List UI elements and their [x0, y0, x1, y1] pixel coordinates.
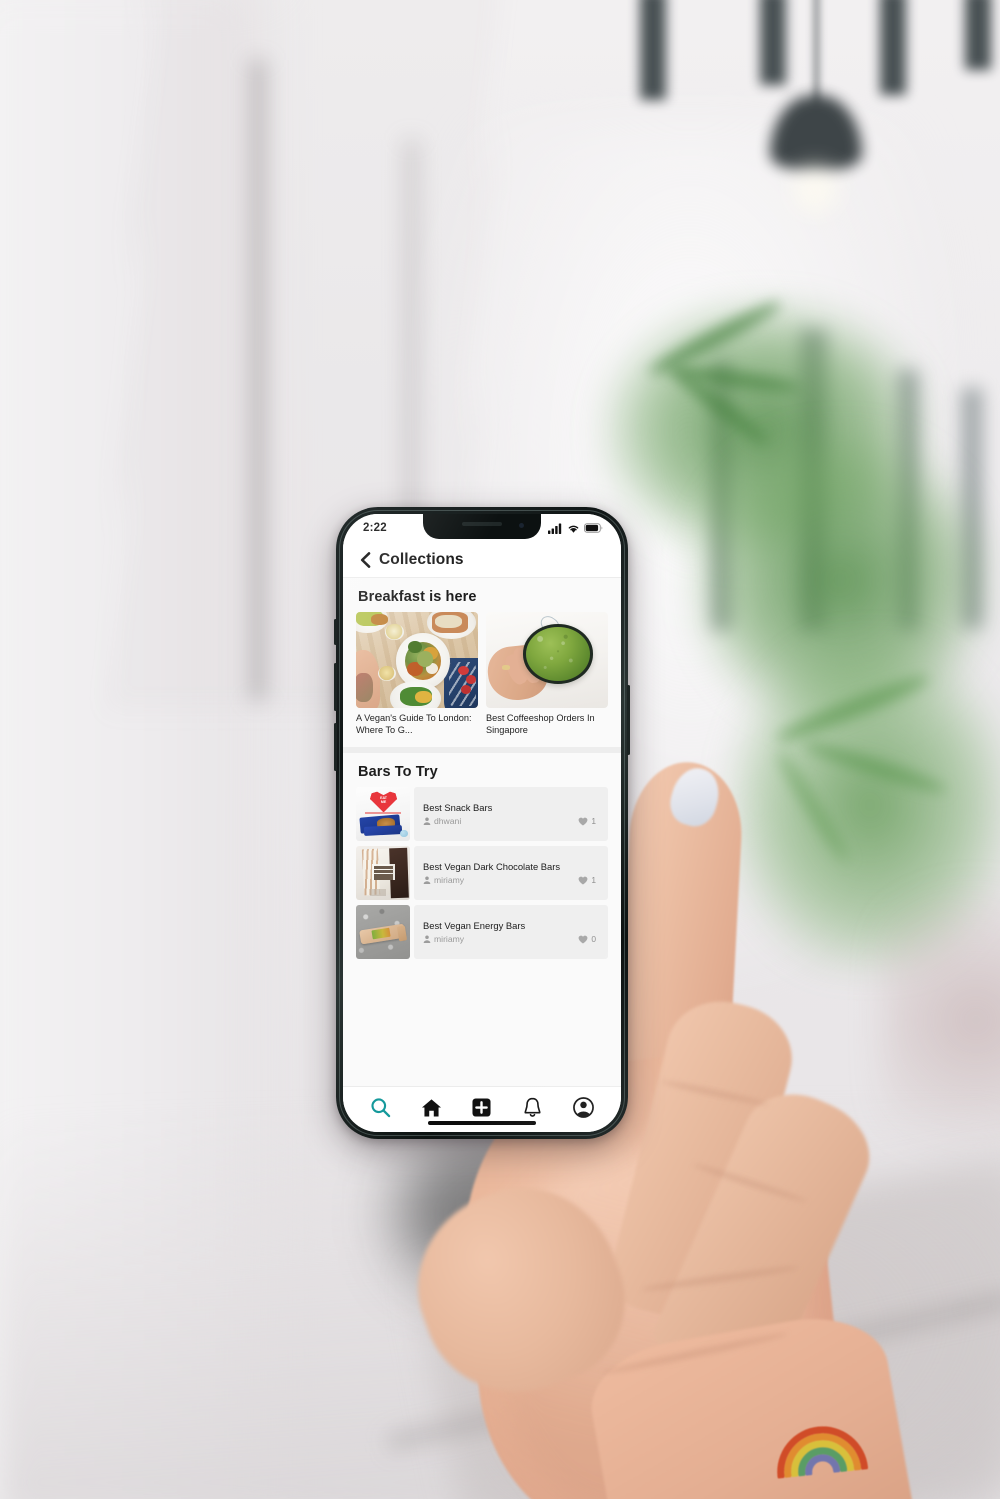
eat-me-heart-snack-bar-photo: EAT ME — [356, 786, 410, 841]
collection-card[interactable]: Best Coffeeshop Orders In Singapore — [486, 612, 608, 737]
status-bar: 2:22 — [343, 514, 621, 542]
author-name: dhwani — [434, 816, 462, 827]
tab-search[interactable] — [361, 1093, 399, 1123]
like-counter[interactable]: 0 — [578, 934, 600, 944]
section-bars: Bars To Try EAT ME Best Snack Bars dhwan… — [343, 746, 621, 969]
phone-notch — [423, 514, 541, 539]
cellular-signal-icon — [548, 523, 562, 534]
scroll-content[interactable]: Breakfast is here A Vegan's Guide To Lon… — [343, 578, 621, 1086]
home-icon — [421, 1098, 441, 1116]
chevron-left-icon[interactable] — [360, 551, 371, 568]
heart-icon — [578, 935, 588, 944]
list-item-author: miriamy — [423, 934, 464, 944]
author-name: miriamy — [434, 875, 465, 886]
earpiece-speaker — [462, 522, 502, 526]
list-item-meta: dhwani 1 — [423, 816, 600, 826]
list-item-body: Best Vegan Energy Bars miriamy 0 — [414, 904, 608, 959]
list-item-body: Best Vegan Dark Chocolate Bars miriamy 1 — [414, 845, 608, 900]
like-counter[interactable]: 1 — [578, 816, 600, 826]
list-item-author: dhwani — [423, 816, 461, 826]
section-title: Breakfast is here — [358, 589, 477, 605]
bell-icon — [524, 1097, 541, 1117]
list-item[interactable]: Best Vegan Dark Chocolate Bars miriamy 1 — [356, 845, 608, 900]
rainbow-tattoo — [777, 1426, 868, 1479]
like-count: 1 — [591, 875, 596, 886]
list-item-title: Best Vegan Dark Chocolate Bars — [423, 860, 561, 872]
tab-profile[interactable] — [565, 1093, 603, 1123]
list-item[interactable]: EAT ME Best Snack Bars dhwani 1 — [356, 786, 608, 841]
volume-up-button[interactable] — [334, 663, 337, 711]
tab-home[interactable] — [412, 1093, 450, 1123]
heart-icon — [578, 876, 588, 885]
like-count: 0 — [591, 934, 596, 945]
person-icon — [423, 817, 431, 826]
list-item-author: miriamy — [423, 875, 464, 885]
energy-bar-on-pavement-photo — [356, 904, 410, 959]
front-camera — [519, 523, 524, 528]
person-icon — [423, 876, 431, 885]
bottom-tab-bar — [343, 1086, 621, 1132]
tab-notifications[interactable] — [514, 1093, 552, 1123]
mute-switch[interactable] — [334, 619, 337, 645]
like-counter[interactable]: 1 — [578, 875, 600, 885]
tab-add[interactable] — [463, 1093, 501, 1123]
list-item-title: Best Snack Bars — [423, 801, 493, 813]
app-navigation-bar: Collections — [343, 542, 621, 578]
heart-icon — [578, 817, 588, 826]
home-indicator[interactable] — [428, 1121, 536, 1125]
collection-list: EAT ME Best Snack Bars dhwani 1 Best Veg… — [343, 786, 621, 959]
phone-screen: 2:22 Collections Breakfast is here A Veg… — [343, 514, 621, 1132]
plus-square-icon — [472, 1098, 492, 1117]
list-item-title: Best Vegan Energy Bars — [423, 919, 526, 931]
list-item-meta: miriamy 1 — [423, 875, 600, 885]
collection-card-caption: A Vegan's Guide To London: Where To G... — [356, 713, 472, 735]
person-circle-icon — [573, 1097, 594, 1118]
wifi-icon — [568, 525, 579, 533]
list-item-meta: miriamy 0 — [423, 934, 600, 944]
smartphone: 2:22 Collections Breakfast is here A Veg… — [334, 507, 630, 1139]
like-count: 1 — [591, 816, 596, 827]
page-title: Collections — [379, 550, 464, 568]
list-item[interactable]: Best Vegan Energy Bars miriamy 0 — [356, 904, 608, 959]
list-item-body: Best Snack Bars dhwani 1 — [414, 786, 608, 841]
green-smoothie-in-hand-photo — [486, 612, 608, 708]
dark-chocolate-bar-package-photo — [356, 845, 410, 900]
search-icon — [371, 1098, 391, 1118]
section-title: Bars To Try — [358, 763, 438, 780]
battery-icon — [584, 523, 603, 533]
collection-card-caption: Best Coffeeshop Orders In Singapore — [486, 713, 595, 735]
section-breakfast: Breakfast is here A Vegan's Guide To Lon… — [343, 578, 621, 747]
status-bar-time: 2:22 — [363, 522, 387, 534]
volume-down-button[interactable] — [334, 723, 337, 771]
author-name: miriamy — [434, 934, 465, 945]
hero-card-grid: A Vegan's Guide To London: Where To G... — [343, 612, 621, 737]
person-icon — [423, 935, 431, 944]
status-bar-indicators — [548, 523, 603, 534]
collection-card[interactable]: A Vegan's Guide To London: Where To G... — [356, 612, 478, 737]
power-button[interactable] — [627, 685, 630, 755]
vegan-brunch-flatlay-photo — [356, 612, 478, 708]
